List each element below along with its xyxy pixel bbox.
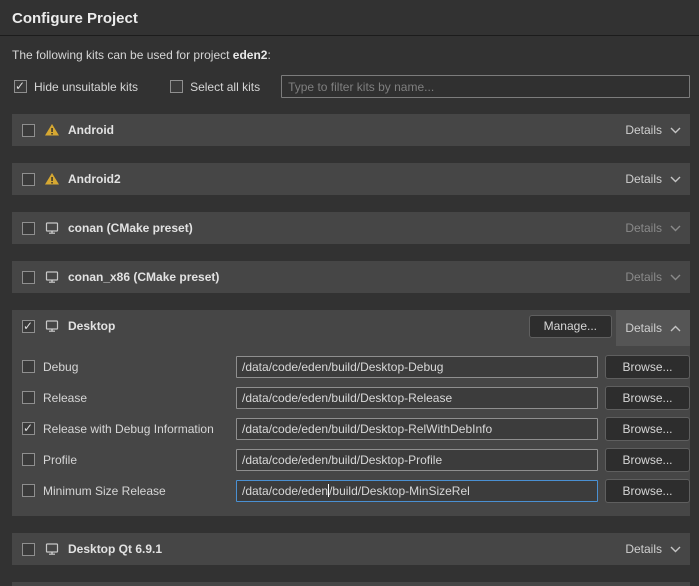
kit-filter-input[interactable] bbox=[281, 75, 690, 98]
config-debug-checkbox[interactable] bbox=[22, 360, 35, 373]
config-label: Minimum Size Release bbox=[43, 484, 236, 498]
chevron-up-icon bbox=[670, 325, 681, 332]
kits-description-text: The following kits can be used for proje… bbox=[12, 48, 233, 62]
config-relwithdebinfo-path-input[interactable] bbox=[236, 418, 598, 440]
config-relwithdebinfo-checkbox[interactable] bbox=[22, 422, 35, 435]
desktop-build-configs: Debug Browse... Release Browse... Releas… bbox=[12, 342, 690, 516]
config-label: Release bbox=[43, 391, 236, 405]
kit-conan: conan (CMake preset) Details bbox=[12, 212, 690, 244]
select-all-kits-label: Select all kits bbox=[190, 80, 260, 94]
kit-name: Android bbox=[68, 123, 114, 137]
kit-conan-details-toggle[interactable]: Details bbox=[616, 212, 690, 244]
config-profile-checkbox[interactable] bbox=[22, 453, 35, 466]
kit-android: Android Details bbox=[12, 114, 690, 146]
hide-unsuitable-kits-checkbox[interactable] bbox=[14, 80, 27, 93]
details-label: Details bbox=[625, 270, 662, 284]
config-minsizerel-path-input[interactable]: /data/code/eden/build/Desktop-MinSizeRel bbox=[236, 480, 598, 502]
kit-desktop: Desktop Manage... Details Debug Browse..… bbox=[12, 310, 690, 516]
kit-row[interactable]: conan (CMake preset) Details bbox=[12, 212, 690, 244]
kits-description-colon: : bbox=[267, 48, 270, 62]
project-name: eden2 bbox=[233, 48, 268, 62]
select-all-kits-checkbox[interactable] bbox=[170, 80, 183, 93]
config-row-release: Release Browse... bbox=[12, 382, 690, 413]
config-row-profile: Profile Browse... bbox=[12, 444, 690, 475]
config-release-checkbox[interactable] bbox=[22, 391, 35, 404]
chevron-down-icon bbox=[670, 546, 681, 553]
path-text-after-cursor: /build/Desktop-MinSizeRel bbox=[329, 484, 470, 498]
kit-row[interactable]: Android2 Details bbox=[12, 163, 690, 195]
kit-android-checkbox[interactable] bbox=[22, 124, 35, 137]
chevron-down-icon bbox=[670, 127, 681, 134]
chevron-down-icon bbox=[670, 176, 681, 183]
config-debug-browse-button[interactable]: Browse... bbox=[605, 355, 690, 379]
details-label: Details bbox=[625, 542, 662, 556]
kit-desktop-checkbox[interactable] bbox=[22, 320, 35, 333]
config-minsizerel-browse-button[interactable]: Browse... bbox=[605, 479, 690, 503]
kit-conan-x86-checkbox[interactable] bbox=[22, 271, 35, 284]
kit-conan-x86-details-toggle[interactable]: Details bbox=[616, 261, 690, 293]
kit-list: Android Details Android2 Details bbox=[0, 98, 699, 586]
kit-row[interactable]: conan_x86 (CMake preset) Details bbox=[12, 261, 690, 293]
kit-name: conan_x86 (CMake preset) bbox=[68, 270, 219, 284]
partial-next-kit-row bbox=[12, 582, 690, 586]
kit-android2-details-toggle[interactable]: Details bbox=[616, 163, 690, 195]
config-label: Release with Debug Information bbox=[43, 422, 236, 436]
details-label: Details bbox=[625, 172, 662, 186]
config-relwithdebinfo-browse-button[interactable]: Browse... bbox=[605, 417, 690, 441]
details-label: Details bbox=[625, 321, 662, 335]
kit-desktop-qt-details-toggle[interactable]: Details bbox=[616, 533, 690, 565]
kit-conan-x86: conan_x86 (CMake preset) Details bbox=[12, 261, 690, 293]
monitor-icon bbox=[44, 269, 60, 285]
kit-desktop-qt-checkbox[interactable] bbox=[22, 543, 35, 556]
kit-android-details-toggle[interactable]: Details bbox=[616, 114, 690, 146]
config-row-minsizerel: Minimum Size Release /data/code/eden/bui… bbox=[12, 475, 690, 506]
kit-name: Android2 bbox=[68, 172, 121, 186]
warning-icon bbox=[44, 122, 60, 138]
kit-name: conan (CMake preset) bbox=[68, 221, 193, 235]
kit-filter-bar: Hide unsuitable kits Select all kits bbox=[0, 62, 699, 98]
monitor-icon bbox=[44, 541, 60, 557]
config-minsizerel-checkbox[interactable] bbox=[22, 484, 35, 497]
kit-row[interactable]: Android Details bbox=[12, 114, 690, 146]
kit-row[interactable]: Desktop Qt 6.9.1 Details bbox=[12, 533, 690, 565]
config-profile-path-input[interactable] bbox=[236, 449, 598, 471]
monitor-icon bbox=[44, 318, 60, 334]
kit-name: Desktop bbox=[68, 319, 115, 333]
path-text-before-cursor: /data/code/eden bbox=[242, 484, 328, 498]
details-label: Details bbox=[625, 123, 662, 137]
manage-kits-button[interactable]: Manage... bbox=[529, 315, 612, 338]
config-label: Debug bbox=[43, 360, 236, 374]
config-label: Profile bbox=[43, 453, 236, 467]
kit-android2-checkbox[interactable] bbox=[22, 173, 35, 186]
config-release-browse-button[interactable]: Browse... bbox=[605, 386, 690, 410]
config-profile-browse-button[interactable]: Browse... bbox=[605, 448, 690, 472]
kit-android2: Android2 Details bbox=[12, 163, 690, 195]
hide-unsuitable-kits-label: Hide unsuitable kits bbox=[34, 80, 138, 94]
config-debug-path-input[interactable] bbox=[236, 356, 598, 378]
details-label: Details bbox=[625, 221, 662, 235]
warning-icon bbox=[44, 171, 60, 187]
config-release-path-input[interactable] bbox=[236, 387, 598, 409]
kit-row[interactable]: Desktop Manage... Details bbox=[12, 310, 690, 342]
config-row-relwithdebinfo: Release with Debug Information Browse... bbox=[12, 413, 690, 444]
kit-name: Desktop Qt 6.9.1 bbox=[68, 542, 162, 556]
monitor-icon bbox=[44, 220, 60, 236]
page-title: Configure Project bbox=[0, 0, 699, 35]
chevron-down-icon bbox=[670, 274, 681, 281]
kit-desktop-qt: Desktop Qt 6.9.1 Details bbox=[12, 533, 690, 565]
chevron-down-icon bbox=[670, 225, 681, 232]
kit-desktop-details-toggle[interactable]: Details bbox=[616, 310, 690, 346]
kit-conan-checkbox[interactable] bbox=[22, 222, 35, 235]
config-row-debug: Debug Browse... bbox=[12, 351, 690, 382]
kits-description: The following kits can be used for proje… bbox=[0, 36, 699, 62]
